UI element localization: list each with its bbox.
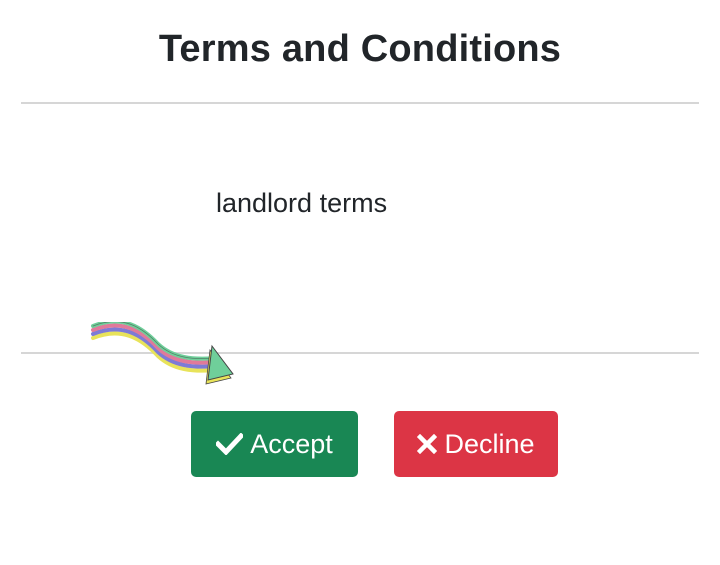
close-icon: [417, 434, 438, 454]
accept-label: Accept: [250, 428, 333, 459]
modal-body: landlord terms: [0, 104, 720, 352]
modal-header: Terms and Conditions: [0, 0, 720, 103]
terms-modal: Terms and Conditions landlord terms Acce…: [0, 0, 720, 565]
decline-button[interactable]: Decline: [394, 411, 558, 477]
terms-text: landlord terms: [216, 188, 388, 218]
page-title: Terms and Conditions: [158, 28, 562, 70]
accept-button[interactable]: Accept: [191, 411, 358, 477]
check-icon: [216, 433, 244, 455]
modal-footer: Accept Decline: [0, 354, 720, 565]
decline-label: Decline: [444, 428, 535, 459]
